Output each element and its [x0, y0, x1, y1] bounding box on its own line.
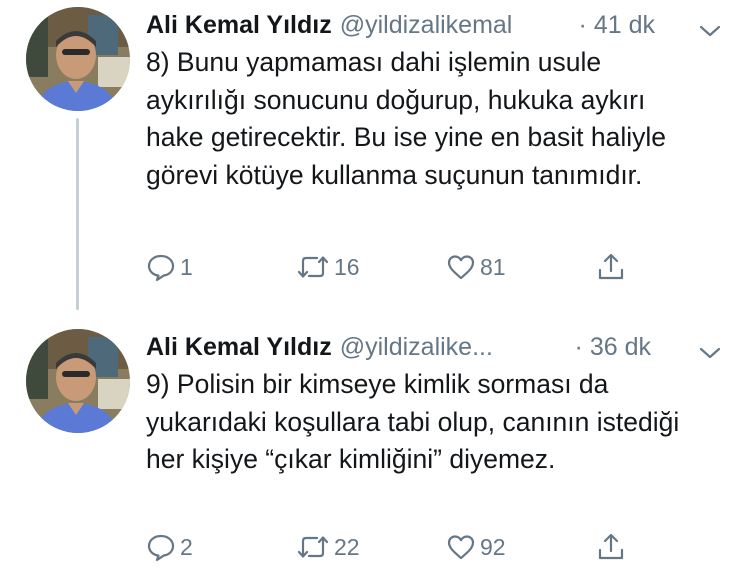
timestamp[interactable]: 41 dk [594, 11, 655, 39]
retweet-button[interactable]: 22 [296, 530, 360, 564]
author-name[interactable]: Ali Kemal Yıldız [146, 11, 332, 39]
share-icon [596, 252, 626, 282]
chevron-down-icon[interactable] [699, 338, 721, 359]
reply-count: 2 [180, 533, 193, 560]
reply-count: 1 [180, 253, 193, 280]
tweet-text: 9) Polisin bir kimseye kimlik sorması da… [146, 369, 680, 474]
timestamp[interactable]: 36 dk [590, 333, 651, 361]
retweet-button[interactable]: 16 [296, 250, 360, 284]
reply-icon [146, 532, 176, 562]
tweet-actions: 1 16 81 [146, 250, 646, 284]
retweet-count: 16 [334, 253, 360, 280]
avatar-image [26, 7, 130, 111]
thread-connector-line [76, 118, 79, 310]
avatar[interactable] [26, 329, 130, 433]
separator-dot: · [574, 333, 583, 361]
author-handle[interactable]: @yildizalikemal [340, 11, 513, 39]
share-button[interactable] [596, 250, 626, 284]
share-icon [596, 532, 626, 562]
reply-icon [146, 252, 176, 282]
retweet-icon [296, 532, 330, 562]
tweet-actions: 2 22 92 [146, 530, 646, 564]
separator-dot: · [578, 11, 587, 39]
avatar-image [26, 329, 130, 433]
like-count: 92 [480, 533, 506, 560]
share-button[interactable] [596, 530, 626, 564]
tweet-header: Ali Kemal Yıldız @yildizalike... · 36 dk [146, 332, 725, 364]
like-count: 81 [480, 253, 506, 280]
like-button[interactable]: 92 [446, 530, 506, 564]
heart-icon [446, 252, 476, 282]
author-handle[interactable]: @yildizalike... [340, 333, 493, 361]
author-name[interactable]: Ali Kemal Yıldız [146, 333, 332, 361]
tweet-header: Ali Kemal Yıldız @yildizalikemal · 41 dk [146, 10, 725, 42]
like-button[interactable]: 81 [446, 250, 506, 284]
tweet-text: 8) Bunu yapmaması dahi işlemin usule ayk… [146, 47, 666, 190]
avatar[interactable] [26, 7, 130, 111]
retweet-count: 22 [334, 533, 360, 560]
heart-icon [446, 532, 476, 562]
reply-button[interactable]: 2 [146, 530, 193, 564]
reply-button[interactable]: 1 [146, 250, 193, 284]
timestamp-wrap: · 41 dk [579, 10, 655, 40]
retweet-icon [296, 252, 330, 282]
timestamp-wrap: · 36 dk [575, 332, 651, 362]
chevron-down-icon[interactable] [699, 16, 721, 37]
timeline: Ali Kemal Yıldız @yildizalikemal · 41 dk … [0, 0, 745, 582]
